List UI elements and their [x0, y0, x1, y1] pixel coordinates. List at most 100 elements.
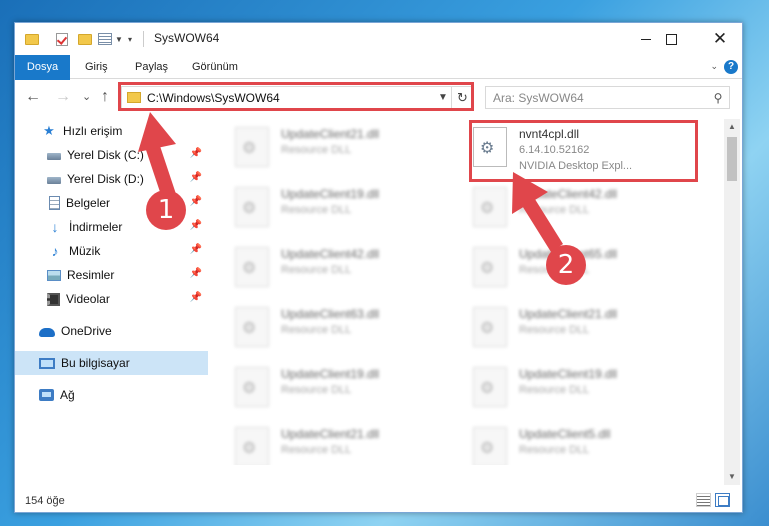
dll-file-icon [235, 247, 269, 287]
sidebar-item-local-disk-c[interactable]: Yerel Disk (C:) 📌 [15, 143, 208, 167]
pin-icon[interactable]: 📌 [190, 196, 202, 207]
sidebar-item-local-disk-d[interactable]: Yerel Disk (D:) 📌 [15, 167, 208, 191]
quick-access-customize[interactable]: ▾ [128, 31, 132, 47]
forward-button[interactable]: → [55, 88, 71, 106]
large-icons-view-icon[interactable] [715, 493, 730, 507]
search-icon[interactable]: ⚲ [707, 91, 729, 105]
pin-icon[interactable]: 📌 [190, 292, 202, 303]
sidebar-item-videos[interactable]: Videolar 📌 [15, 287, 208, 311]
scroll-thumb[interactable] [727, 137, 737, 181]
pictures-icon [47, 269, 61, 281]
list-item[interactable]: UpdateClient21.dll Resource DLL [235, 423, 461, 465]
pin-icon[interactable]: 📌 [190, 148, 202, 159]
scroll-down-icon[interactable]: ▼ [724, 469, 740, 485]
sidebar-item-label: Müzik [69, 244, 101, 258]
sidebar-item-quick-access[interactable]: ★ Hızlı erişim [15, 119, 208, 143]
recent-locations-button[interactable]: ⌄ [82, 90, 91, 103]
dll-file-icon [473, 247, 507, 287]
music-icon: ♪ [51, 243, 59, 259]
list-item[interactable]: UpdateClient21.dll Resource DLL [235, 123, 461, 171]
file-name: UpdateClient42.dll [519, 187, 618, 201]
sidebar-item-label: Bu bilgisayar [61, 356, 130, 370]
window-title: SysWOW64 [154, 31, 220, 45]
star-icon: ★ [43, 123, 55, 138]
file-type: Resource DLL [281, 444, 352, 456]
sidebar-item-label: Yerel Disk (D:) [67, 172, 144, 186]
file-name: UpdateClient5.dll [519, 427, 611, 441]
sidebar-item-label: OneDrive [61, 324, 112, 338]
sidebar-item-this-pc[interactable]: Bu bilgisayar [15, 351, 208, 375]
downloads-icon: ↓ [51, 219, 59, 235]
list-item[interactable]: UpdateClient42.dll Resource DLL [473, 183, 699, 231]
scroll-up-icon[interactable]: ▲ [724, 119, 740, 135]
file-highlight-box [469, 120, 698, 182]
search-box[interactable]: Ara: SysWOW64 ⚲ [485, 86, 730, 109]
file-type: Resource DLL [519, 444, 590, 456]
file-name: UpdateClient19.dll [281, 367, 380, 381]
file-type: Resource DLL [519, 384, 590, 396]
up-button[interactable]: ↑ [101, 88, 109, 106]
item-count: 154 öğe [25, 495, 65, 507]
file-type: Resource DLL [281, 144, 352, 156]
vertical-scrollbar[interactable]: ▲ ▼ [724, 119, 740, 485]
search-input[interactable]: Ara: SysWOW64 [493, 91, 707, 105]
sidebar-item-pictures[interactable]: Resimler 📌 [15, 263, 208, 287]
title-separator [143, 31, 144, 47]
title-bar: ▼ ▾ SysWOW64 ✕ [15, 23, 742, 55]
list-item[interactable]: UpdateClient63.dll Resource DLL [235, 303, 461, 351]
file-name: UpdateClient19.dll [281, 187, 380, 201]
list-item[interactable]: UpdateClient5.dll Resource DLL [473, 423, 699, 465]
ribbon-tabs: Dosya Giriş Paylaş Görünüm ⌄ ? [15, 55, 742, 103]
cloud-icon [39, 328, 55, 337]
sidebar-item-onedrive[interactable]: OneDrive [15, 319, 208, 343]
dll-file-icon [473, 427, 507, 465]
sidebar-item-label: Belgeler [66, 196, 111, 210]
help-icon[interactable]: ? [724, 60, 738, 74]
details-view-icon[interactable] [696, 493, 711, 507]
file-name: UpdateClient21.dll [281, 427, 380, 441]
drive-icon [47, 177, 61, 184]
sidebar-item-label: Yerel Disk (C:) [67, 148, 144, 162]
sidebar-item-label: Resimler [67, 268, 115, 282]
dll-file-icon [235, 367, 269, 407]
dll-file-icon [473, 187, 507, 227]
pin-icon[interactable]: 📌 [190, 172, 202, 183]
tab-share[interactable]: Paylaş [135, 55, 168, 79]
list-item[interactable]: UpdateClient21.dll Resource DLL [473, 303, 699, 351]
dll-file-icon [235, 307, 269, 347]
pin-icon[interactable]: 📌 [190, 268, 202, 279]
close-button[interactable]: ✕ [697, 23, 743, 55]
properties-check-icon[interactable] [56, 31, 68, 47]
sidebar-item-label: İndirmeler [69, 220, 123, 234]
expand-ribbon-icon[interactable]: ⌄ [710, 61, 718, 72]
pin-icon[interactable]: 📌 [190, 244, 202, 255]
drive-icon [47, 153, 61, 160]
list-item[interactable]: UpdateClient19.dll Resource DLL [235, 363, 461, 411]
tab-view[interactable]: Görünüm [192, 55, 238, 79]
dll-file-icon [235, 427, 269, 465]
tab-home[interactable]: Giriş [85, 55, 108, 79]
computer-icon [39, 357, 55, 369]
file-name: UpdateClient63.dll [281, 307, 380, 321]
list-item[interactable]: UpdateClient19.dll Resource DLL [473, 363, 699, 411]
list-item[interactable]: UpdateClient42.dll Resource DLL [235, 243, 461, 291]
network-icon [39, 389, 54, 401]
step-2-badge: 2 [546, 245, 586, 285]
maximize-button[interactable] [648, 23, 694, 55]
back-button[interactable]: ← [25, 88, 41, 106]
sidebar-item-music[interactable]: ♪ Müzik 📌 [15, 239, 208, 263]
folder-icon [25, 31, 39, 47]
quick-access-dropdown[interactable]: ▼ [115, 31, 123, 47]
new-folder-icon[interactable] [78, 31, 92, 47]
file-name: UpdateClient42.dll [281, 247, 380, 261]
pin-icon[interactable]: 📌 [190, 220, 202, 231]
videos-icon [47, 292, 60, 306]
list-item[interactable]: UpdateClient19.dll Resource DLL [235, 183, 461, 231]
file-name: UpdateClient19.dll [519, 367, 618, 381]
file-name: UpdateClient21.dll [519, 307, 618, 321]
sidebar-item-label: Videolar [66, 292, 110, 306]
list-item[interactable]: UpdateClient65.dll Resource DLL [473, 243, 699, 291]
sidebar-item-network[interactable]: Ağ [15, 383, 208, 407]
sidebar-item-label: Hızlı erişim [63, 124, 123, 138]
properties-icon[interactable] [98, 31, 112, 47]
